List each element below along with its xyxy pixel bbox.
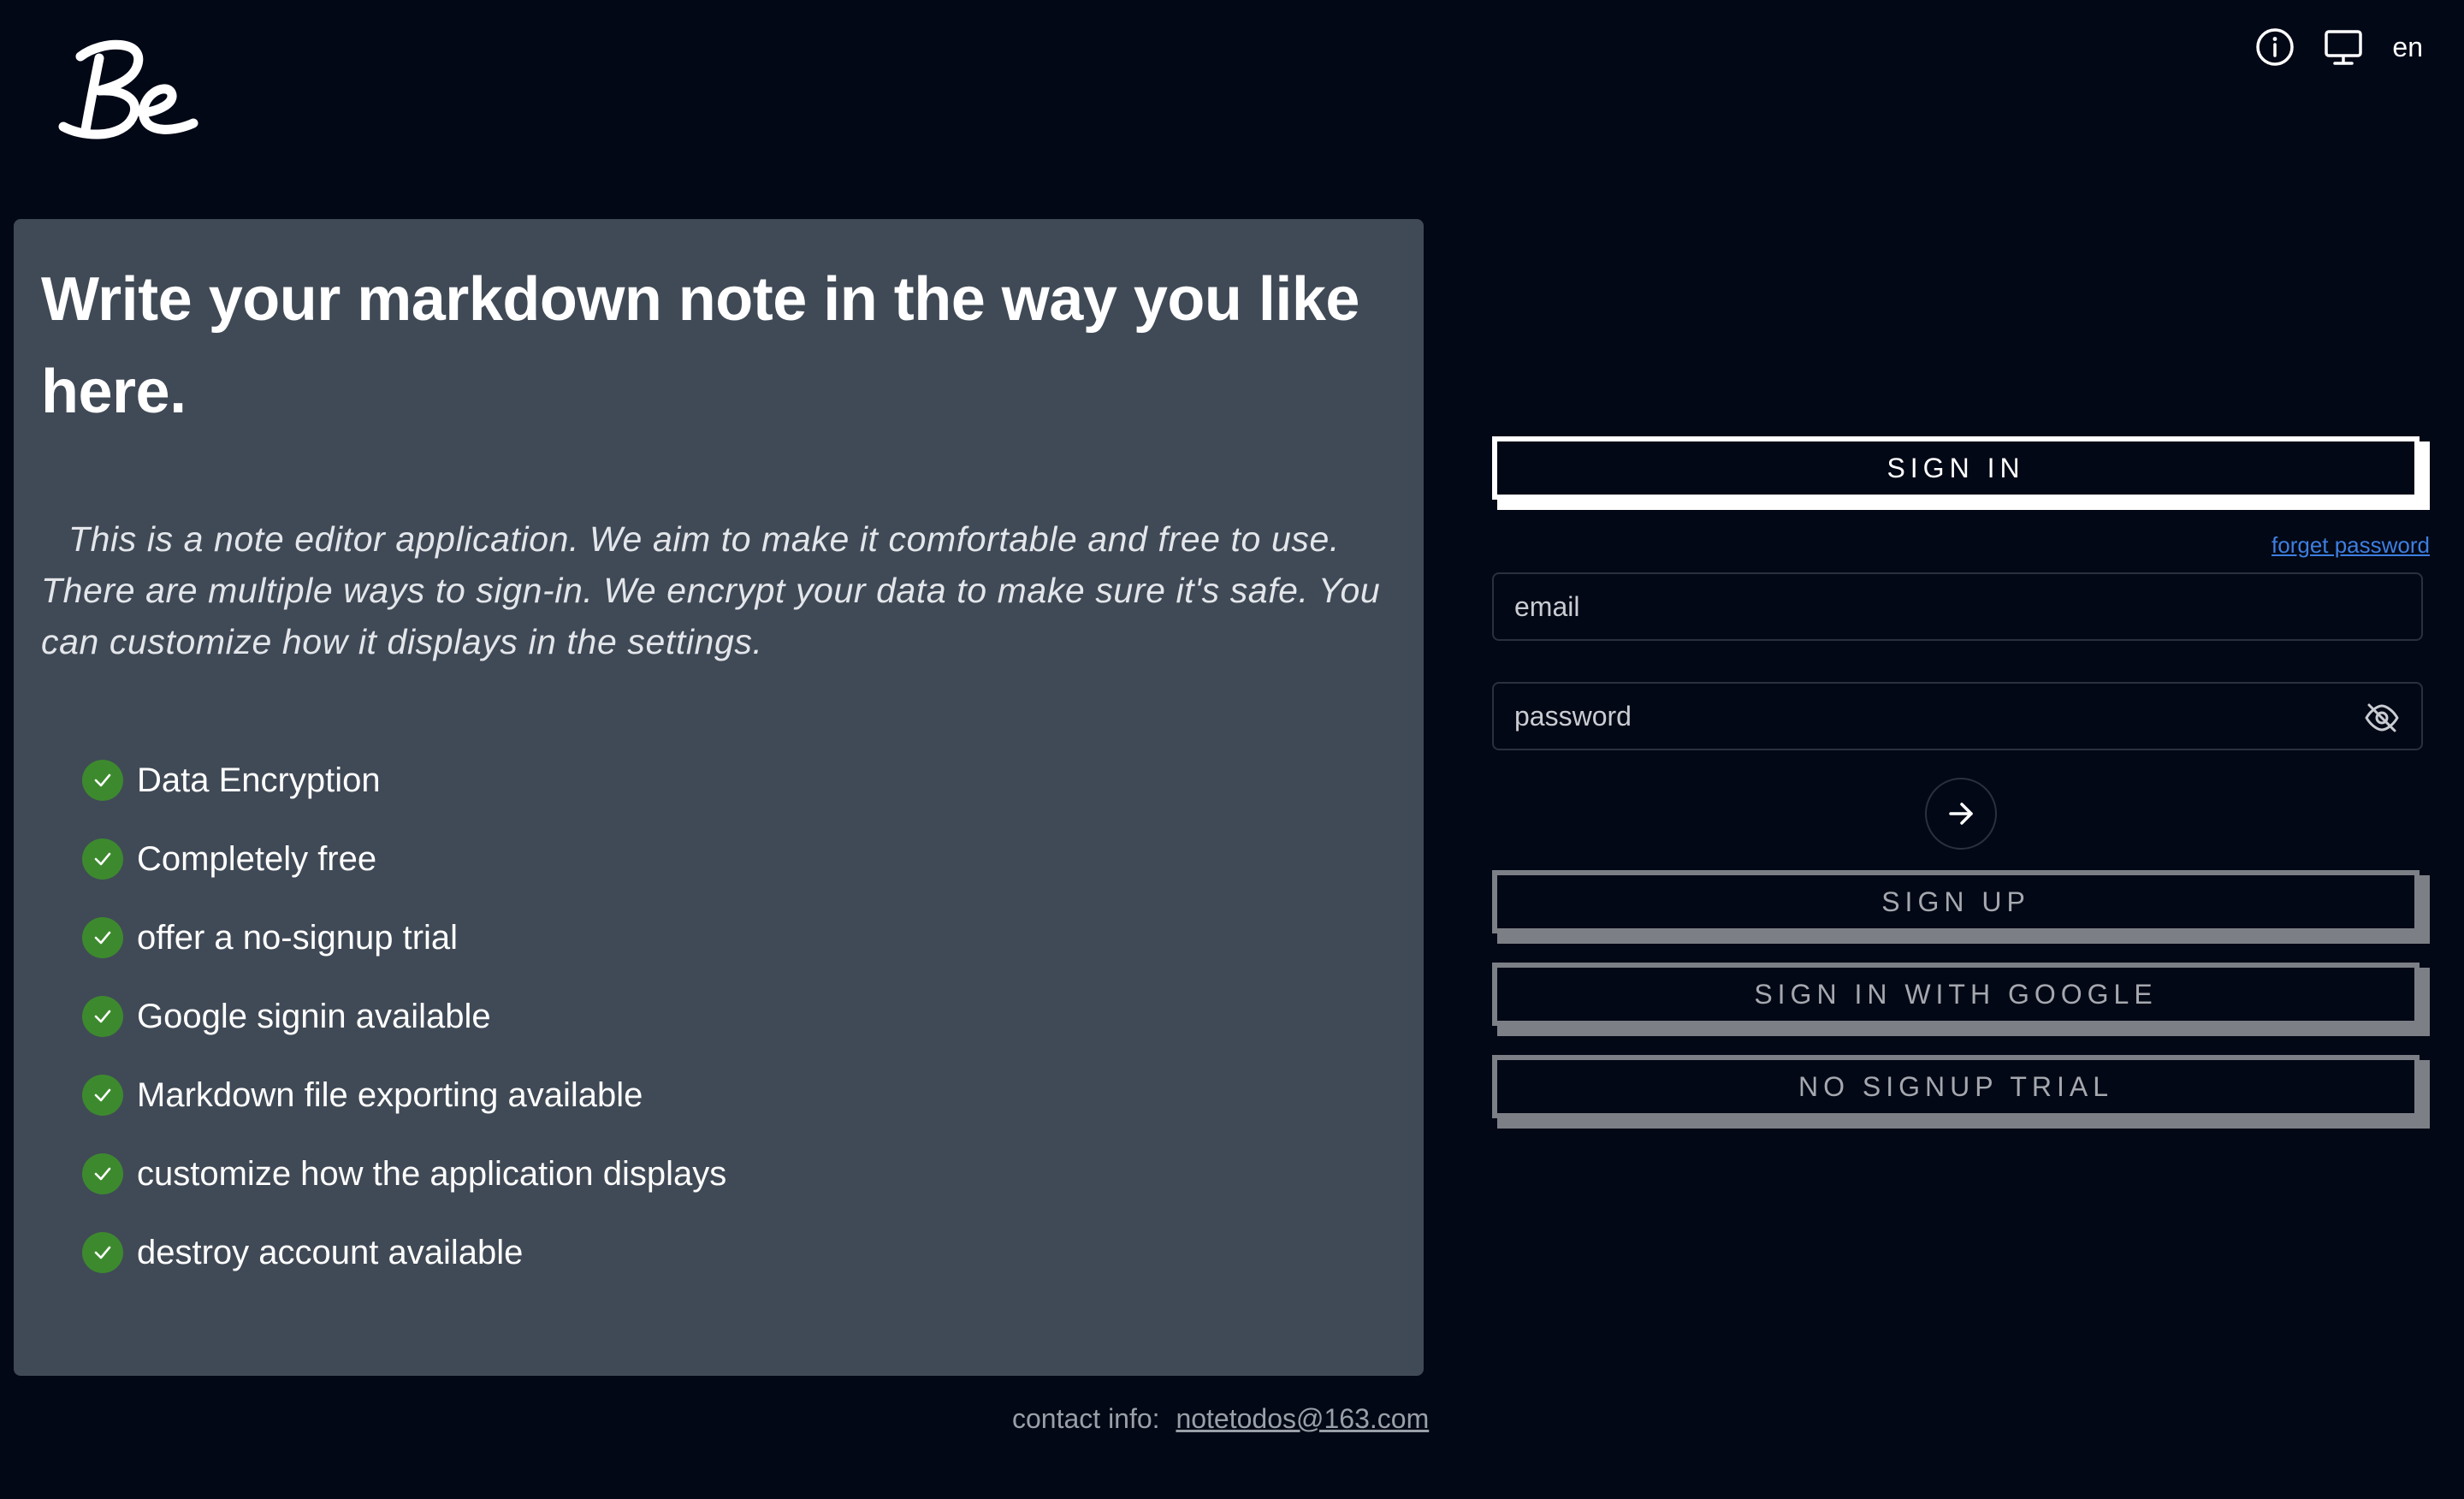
page-title: Write your markdown note in the way you … bbox=[41, 265, 1359, 426]
feature-label: Google signin available bbox=[137, 997, 491, 1035]
google-sign-in-button-label: SIGN IN WITH GOOGLE bbox=[1492, 963, 2420, 1026]
email-field-wrapper bbox=[1492, 572, 2423, 641]
sign-in-button[interactable]: SIGN IN bbox=[1492, 436, 2430, 510]
alternate-auth-group: SIGN UP SIGN IN WITH GOOGLE NO SIGNUP TR… bbox=[1492, 870, 2430, 1129]
eye-off-icon[interactable] bbox=[2363, 699, 2401, 737]
check-icon bbox=[82, 917, 123, 958]
contact-label: contact info: bbox=[1012, 1403, 1160, 1434]
check-icon bbox=[82, 760, 123, 801]
feature-label: customize how the application displays bbox=[137, 1154, 727, 1193]
feature-label: offer a no-signup trial bbox=[137, 918, 459, 957]
check-icon bbox=[82, 1153, 123, 1194]
check-icon bbox=[82, 1075, 123, 1116]
sign-in-button-label: SIGN IN bbox=[1492, 436, 2420, 500]
list-item: Markdown file exporting available bbox=[82, 1056, 1396, 1135]
contact-email-link[interactable]: notetodos@163.com bbox=[1176, 1403, 1429, 1434]
feature-label: Data Encryption bbox=[137, 761, 381, 799]
submit-button[interactable] bbox=[1925, 778, 1997, 850]
top-controls: en bbox=[2255, 27, 2423, 67]
forget-password-link[interactable]: forget password bbox=[1492, 532, 2430, 559]
check-icon bbox=[82, 996, 123, 1037]
info-icon[interactable] bbox=[2255, 27, 2295, 67]
login-page: en Write your markdown note in the way y… bbox=[0, 0, 2464, 1499]
google-sign-in-button[interactable]: SIGN IN WITH GOOGLE bbox=[1492, 963, 2430, 1036]
check-icon bbox=[82, 838, 123, 880]
password-field-wrapper bbox=[1492, 682, 2423, 750]
arrow-right-icon bbox=[1949, 803, 1973, 825]
sign-up-button-label: SIGN UP bbox=[1492, 870, 2420, 933]
no-signup-trial-button-label: NO SIGNUP TRIAL bbox=[1492, 1055, 2420, 1118]
list-item: offer a no-signup trial bbox=[82, 898, 1396, 977]
list-item: destroy account available bbox=[82, 1213, 1396, 1292]
intro-card: Write your markdown note in the way you … bbox=[14, 219, 1424, 1376]
check-icon bbox=[82, 1232, 123, 1273]
feature-label: Completely free bbox=[137, 839, 377, 878]
language-selector[interactable]: en bbox=[2392, 32, 2423, 63]
auth-form: SIGN IN forget password email SIGN UP SI… bbox=[1492, 436, 2430, 1147]
no-signup-trial-button[interactable]: NO SIGNUP TRIAL bbox=[1492, 1055, 2430, 1129]
feature-label: Markdown file exporting available bbox=[137, 1075, 643, 1114]
password-field[interactable] bbox=[1494, 684, 2421, 749]
list-item: Data Encryption bbox=[82, 741, 1396, 820]
feature-list: Data Encryption Completely free offer a … bbox=[41, 741, 1396, 1292]
sign-up-button[interactable]: SIGN UP bbox=[1492, 870, 2430, 944]
monitor-icon[interactable] bbox=[2324, 27, 2363, 67]
feature-label: destroy account available bbox=[137, 1233, 524, 1271]
list-item: customize how the application displays bbox=[82, 1135, 1396, 1213]
email-field[interactable] bbox=[1494, 574, 2421, 639]
intro-description: This is a note editor application. We ai… bbox=[41, 519, 1381, 661]
list-item: Completely free bbox=[82, 820, 1396, 898]
list-item: Google signin available bbox=[82, 977, 1396, 1056]
app-logo bbox=[58, 39, 198, 139]
contact-info: contact info: notetodos@163.com bbox=[1012, 1403, 1429, 1435]
submit-row bbox=[1492, 778, 2430, 850]
